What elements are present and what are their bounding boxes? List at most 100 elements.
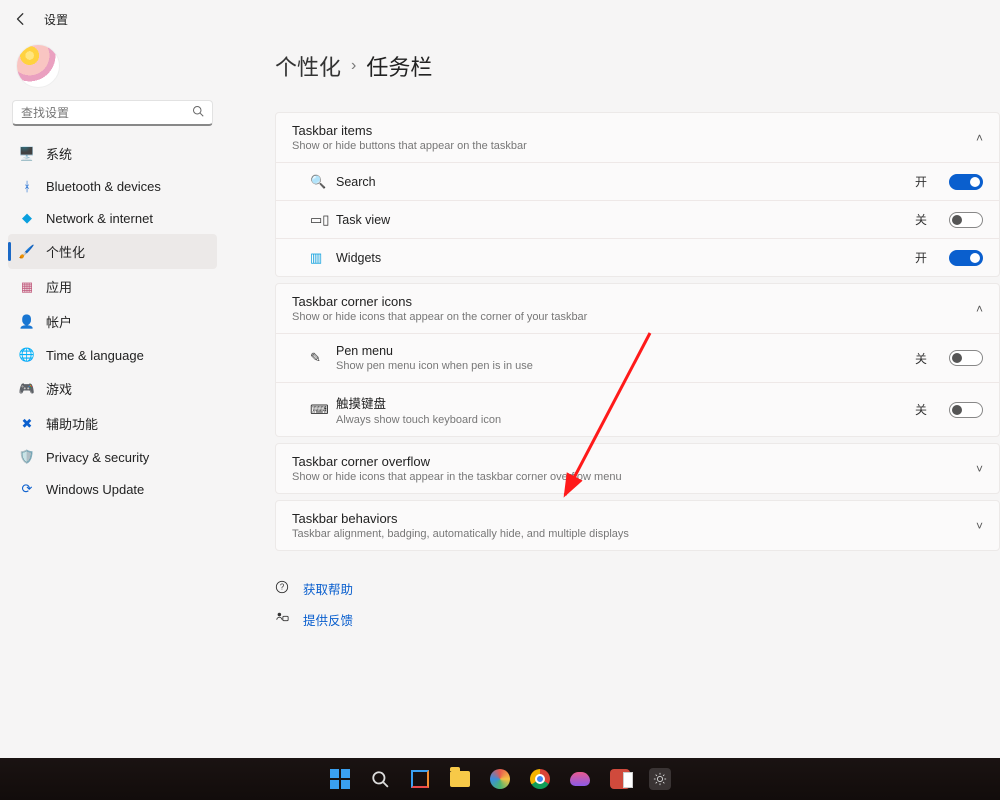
nav-apps[interactable]: ▦ 应用: [8, 269, 217, 304]
nav-gaming-icon: 🎮: [18, 381, 36, 397]
feedback-label: 提供反馈: [303, 610, 353, 629]
search-box[interactable]: [12, 100, 213, 126]
row-title: Search: [336, 175, 899, 189]
nav-label: 游戏: [46, 379, 72, 398]
nav-list: 🖥️ 系统 ᚼ Bluetooth & devices ◆Network & inter…: [8, 136, 217, 505]
back-button[interactable]: [12, 10, 30, 28]
row-title: Task view: [336, 213, 899, 227]
section-header-corner-icons[interactable]: Taskbar corner icons Show or hide icons …: [276, 284, 999, 333]
chevron-down-icon: ˅: [976, 519, 983, 533]
svg-text:?: ?: [280, 583, 285, 592]
breadcrumb-parent[interactable]: 个性化: [275, 50, 341, 82]
row-search-icon: 🔍: [292, 174, 320, 190]
taskbar-office-icon[interactable]: [607, 766, 633, 792]
row-widgets-toggle[interactable]: [949, 250, 983, 266]
row-penmenu: ✎ Pen menu Show pen menu icon when pen is …: [276, 333, 999, 382]
feedback-link[interactable]: 提供反馈: [275, 604, 1000, 635]
taskbar-explorer-icon[interactable]: [447, 766, 473, 792]
nav-gaming[interactable]: 🎮 游戏: [8, 371, 217, 406]
nav-network[interactable]: ◆Network & internet: [8, 202, 217, 234]
avatar[interactable]: [16, 44, 60, 88]
taskbar-search-icon[interactable]: [367, 766, 393, 792]
section-header-overflow[interactable]: Taskbar corner overflow Show or hide ico…: [276, 444, 999, 493]
row-taskview: ▭▯ Task view 关: [276, 200, 999, 238]
feedback-icon: [275, 611, 291, 628]
nav-label: Time & language: [46, 348, 144, 363]
toggle-state-label: 关: [915, 401, 927, 418]
nav-apps-icon: ▦: [18, 279, 36, 295]
row-touchkeyboard-toggle[interactable]: [949, 402, 983, 418]
section-header-behaviors[interactable]: Taskbar behaviors Taskbar alignment, bad…: [276, 501, 999, 550]
nav-bluetooth[interactable]: ᚼ Bluetooth & devices: [8, 171, 217, 202]
row-touchkeyboard-icon: ⌨: [292, 402, 320, 418]
get-help-link[interactable]: ? 获取帮助: [275, 573, 1000, 604]
row-widgets: ▥Widgets开: [276, 238, 999, 276]
nav-label: 个性化: [46, 242, 85, 261]
nav-accessibility-icon: ✖: [18, 416, 36, 432]
window-header: 设置: [0, 0, 1000, 34]
nav-privacy[interactable]: 🛡️ Privacy & security: [8, 441, 217, 473]
nav-accounts-icon: 👤: [18, 314, 36, 330]
row-touchkeyboard: ⌨触摸键盘Always show touch keyboard icon关: [276, 382, 999, 436]
breadcrumb-current: 任务栏: [366, 50, 432, 82]
breadcrumb-separator: ›: [351, 57, 356, 75]
chevron-down-icon: ˅: [976, 462, 983, 476]
toggle-state-label: 关: [915, 211, 927, 228]
nav-label: Privacy & security: [46, 450, 149, 465]
row-penmenu-icon: ✎: [292, 350, 320, 366]
toggle-state-label: 开: [915, 249, 927, 266]
section-title: Taskbar corner icons: [292, 294, 587, 309]
get-help-label: 获取帮助: [303, 579, 353, 598]
nav-personalization-icon: 🖌️: [18, 244, 36, 260]
section-header-taskbar-items[interactable]: Taskbar items Show or hide buttons that …: [276, 113, 999, 162]
nav-label: Bluetooth & devices: [46, 179, 161, 194]
nav-update[interactable]: ⟳ Windows Update: [8, 473, 217, 505]
nav-label: 应用: [46, 277, 72, 296]
nav-personalization[interactable]: 🖌️ 个性化: [8, 234, 217, 269]
row-desc: Always show touch keyboard icon: [336, 414, 899, 426]
nav-label: 帐户: [46, 312, 72, 331]
toggle-state-label: 开: [915, 173, 927, 190]
section-title: Taskbar items: [292, 123, 527, 138]
nav-label: Windows Update: [46, 482, 144, 497]
section-behaviors: Taskbar behaviors Taskbar alignment, bad…: [275, 500, 1000, 551]
toggle-state-label: 关: [915, 350, 927, 367]
chevron-up-icon: ˄: [976, 302, 983, 316]
main-content: 个性化 › 任务栏 Taskbar items Show or hide but…: [225, 34, 1000, 752]
nav-time-icon: 🌐: [18, 347, 36, 363]
nav-system[interactable]: 🖥️ 系统: [8, 136, 217, 171]
nav-label: 辅助功能: [46, 414, 98, 433]
section-overflow: Taskbar corner overflow Show or hide ico…: [275, 443, 1000, 494]
taskbar-taskview-icon[interactable]: [407, 766, 433, 792]
nav-label: 系统: [46, 144, 72, 163]
nav-privacy-icon: 🛡️: [18, 449, 36, 465]
start-button[interactable]: [327, 766, 353, 792]
taskbar-edge-icon[interactable]: [487, 766, 513, 792]
breadcrumb: 个性化 › 任务栏: [275, 50, 1000, 82]
section-title: Taskbar behaviors: [292, 511, 629, 526]
section-taskbar-items: Taskbar items Show or hide buttons that …: [275, 112, 1000, 277]
help-links: ? 获取帮助 提供反馈: [275, 573, 1000, 635]
nav-system-icon: 🖥️: [18, 146, 36, 162]
row-desc: Show pen menu icon when pen is in use: [336, 360, 899, 372]
nav-network-icon: ◆: [18, 210, 36, 226]
section-desc: Show or hide buttons that appear on the …: [292, 140, 527, 152]
taskbar-paint-icon[interactable]: [567, 766, 593, 792]
nav-update-icon: ⟳: [18, 481, 36, 497]
section-desc: Show or hide icons that appear in the ta…: [292, 471, 622, 483]
row-taskview-icon: ▭▯: [292, 212, 320, 228]
row-widgets-icon: ▥: [292, 250, 320, 266]
search-input[interactable]: [21, 106, 186, 120]
row-search-toggle[interactable]: [949, 174, 983, 190]
row-title: Pen menu: [336, 344, 899, 358]
nav-time[interactable]: 🌐 Time & language: [8, 339, 217, 371]
nav-accounts[interactable]: 👤 帐户: [8, 304, 217, 339]
taskbar-settings-icon[interactable]: [647, 766, 673, 792]
nav-accessibility[interactable]: ✖ 辅助功能: [8, 406, 217, 441]
nav-bluetooth-icon: ᚼ: [18, 179, 36, 194]
row-taskview-toggle[interactable]: [949, 212, 983, 228]
section-title: Taskbar corner overflow: [292, 454, 622, 469]
taskbar-chrome-icon[interactable]: [527, 766, 553, 792]
sidebar: 🖥️ 系统 ᚼ Bluetooth & devices ◆Network & inter…: [0, 34, 225, 752]
row-penmenu-toggle[interactable]: [949, 350, 983, 366]
